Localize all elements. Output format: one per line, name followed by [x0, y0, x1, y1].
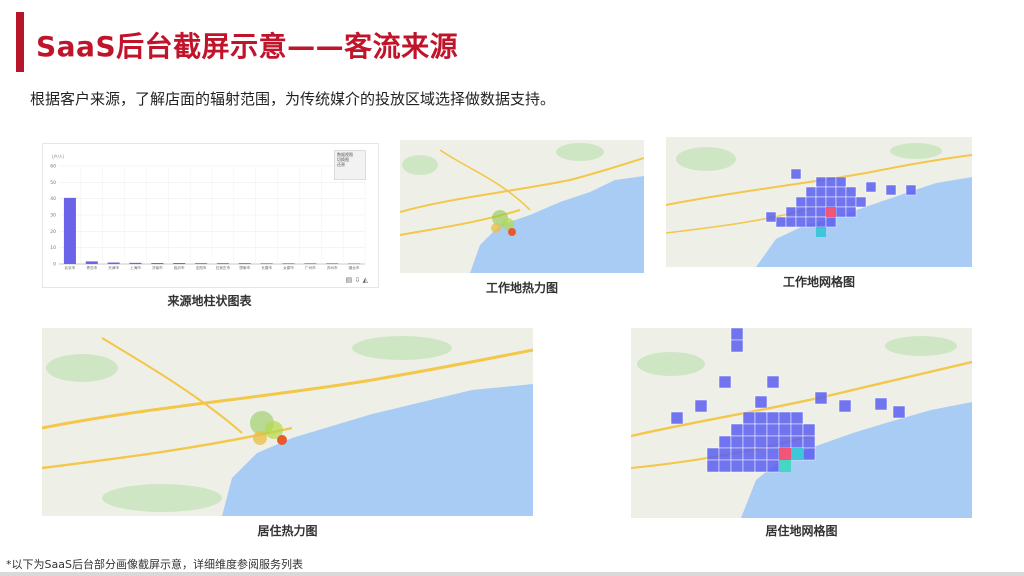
- bar-2: [107, 262, 120, 264]
- y-tick-label: 50: [50, 180, 56, 186]
- view-icon[interactable]: ▤: [346, 276, 353, 284]
- bar-12: [326, 263, 339, 264]
- bar-0: [63, 197, 76, 264]
- x-tick-label: 青岛市: [86, 265, 97, 270]
- x-tick-label: 邯郸市: [239, 265, 250, 270]
- bar-3: [129, 262, 142, 264]
- bar-13: [348, 263, 361, 265]
- work-grid-caption: 工作地网格图: [782, 275, 855, 289]
- y-tick-label: 10: [50, 245, 56, 251]
- bar-9: [260, 263, 273, 264]
- download-icon[interactable]: ⇩: [355, 276, 361, 284]
- footnote: *以下为SaaS后台部分画像截屏示意，详细维度参阅服务列表: [6, 558, 303, 571]
- x-tick-label: 石家庄市: [216, 265, 231, 270]
- x-tick-label: 上海市: [130, 265, 141, 270]
- bar-chart-caption: 来源地柱状图表: [167, 294, 252, 308]
- chart-legend[interactable]: 数据视图 切换图 还原: [334, 150, 366, 180]
- bar-1: [85, 261, 98, 264]
- x-tick-label: 济南市: [152, 265, 163, 270]
- x-tick-label: 烟台市: [349, 265, 360, 270]
- page-subtitle: 根据客户来源，了解店面的辐射范围，为传统媒介的投放区域选择做数据支持。: [30, 90, 556, 108]
- chart-toolbar[interactable]: ▤ ⇩ ◭: [346, 276, 368, 284]
- bar-4: [151, 263, 164, 264]
- bar-11: [304, 263, 317, 264]
- y-axis-label: (户/人): [52, 153, 65, 159]
- x-tick-label: 天津市: [108, 265, 119, 270]
- x-tick-label: 长春市: [261, 265, 272, 270]
- x-tick-label: 沈阳市: [196, 265, 207, 270]
- x-tick-label: 临沂市: [174, 265, 185, 270]
- home-grid-caption: 居住地网格图: [765, 524, 838, 538]
- work-heat-map[interactable]: [400, 140, 644, 273]
- work-grid-map[interactable]: [666, 137, 972, 267]
- x-tick-label: 太原市: [283, 265, 294, 270]
- source-bar-chart: (户/人) 0 10 20 30 40 50 60 北京市 青岛市 天津市 上海市 济南市 临沂市 沈阳市 石…: [50, 153, 366, 270]
- chart-type-icon[interactable]: ◭: [363, 276, 368, 284]
- bar-10: [282, 263, 295, 264]
- bar-7: [216, 263, 229, 264]
- page-title: SaaS后台截屏示意——客流来源: [36, 30, 459, 63]
- bar-5: [173, 263, 186, 264]
- home-heat-map[interactable]: [42, 328, 533, 516]
- x-tick-label: 北京市: [65, 265, 76, 270]
- y-tick-label: 0: [53, 262, 56, 268]
- home-grid-map[interactable]: [631, 328, 972, 518]
- title-accent-bar: [16, 12, 24, 72]
- home-heat-caption: 居住热力图: [257, 524, 318, 538]
- legend-item-2[interactable]: 还原: [337, 162, 363, 167]
- bottom-divider: [0, 572, 1024, 576]
- y-tick-label: 40: [50, 196, 56, 202]
- y-tick-label: 30: [50, 213, 56, 219]
- x-tick-label: 广州市: [305, 265, 316, 270]
- y-tick-label: 60: [50, 164, 56, 170]
- bar-8: [238, 263, 251, 264]
- source-bar-chart-panel: (户/人) 0 10 20 30 40 50 60 北京市 青岛市 天津市 上海市 济南市 临沂市 沈阳市 石…: [42, 143, 379, 288]
- work-heat-caption: 工作地热力图: [485, 281, 558, 295]
- x-tick-label: 苏州市: [327, 265, 338, 270]
- bar-6: [195, 263, 208, 264]
- y-tick-label: 20: [50, 229, 56, 235]
